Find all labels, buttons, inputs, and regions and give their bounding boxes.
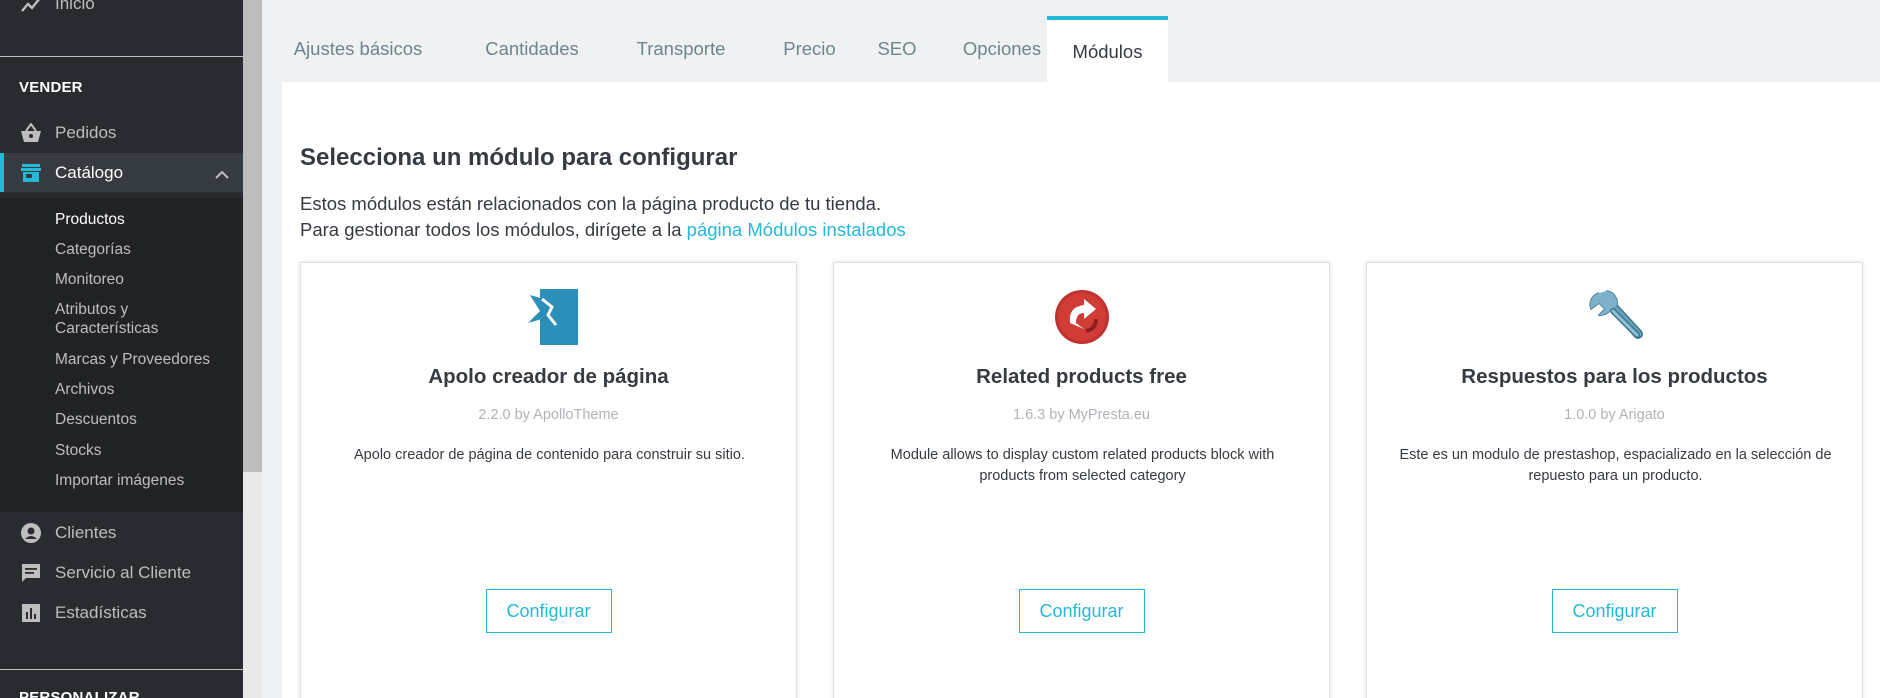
tab-modulos[interactable]: Módulos [1047, 16, 1168, 82]
module-description: Apolo creador de página de contenido par… [354, 447, 745, 463]
sidebar-item-label: Pedidos [55, 123, 117, 142]
module-description: Module allows to display custom related … [890, 447, 1275, 484]
configure-button[interactable]: Configurar [1018, 589, 1145, 633]
submenu-item-productos[interactable]: Productos [55, 211, 125, 229]
user-circle-icon [20, 522, 42, 544]
description-prefix: Para gestionar todos los módulos, diríge… [300, 219, 682, 240]
sidebar-item-catalogo[interactable]: Catálogo [0, 153, 243, 192]
basket-icon [20, 122, 42, 144]
chat-icon [20, 562, 42, 584]
sidebar-item-label: Clientes [55, 523, 117, 542]
submenu-item-archivos[interactable]: Archivos [55, 381, 114, 399]
module-name: Apolo creador de página [428, 365, 669, 388]
divider [0, 56, 243, 57]
apollo-logo-icon [519, 287, 579, 347]
module-version: 2.2.0 by ApolloTheme [478, 407, 619, 423]
page-title: Selecciona un módulo para configurar [300, 144, 738, 171]
sidebar-item-estadisticas[interactable]: Estadísticas [0, 601, 243, 625]
tab-ajustes-basicos[interactable]: Ajustes básicos [282, 16, 434, 82]
module-name: Respuestos para los productos [1461, 365, 1768, 388]
module-card-apolo: Apolo creador de página 2.2.0 by ApolloT… [300, 262, 797, 698]
sidebar-item-pedidos[interactable]: Pedidos [0, 121, 243, 145]
sidebar-item-clientes[interactable]: Clientes [0, 521, 243, 545]
bar-chart-icon [20, 602, 42, 624]
module-description: Este es un modulo de prestashop, espacia… [1399, 447, 1832, 484]
configure-button[interactable]: Configurar [1551, 589, 1678, 633]
section-heading-vender: VENDER [19, 79, 83, 96]
section-heading-personalizar: PERSONALIZAR [19, 689, 140, 698]
module-card-related-products: Related products free 1.6.3 by MyPresta.… [833, 262, 1330, 698]
submenu-item-atributos-line2[interactable]: Características [55, 320, 158, 338]
sidebar-item-inicio[interactable]: Inicio [0, 0, 243, 16]
scrollbar-thumb[interactable] [243, 0, 262, 472]
submenu-item-stocks[interactable]: Stocks [55, 442, 102, 460]
active-indicator [0, 153, 4, 192]
wrench-icon [1585, 287, 1645, 347]
sidebar-item-label: Inicio [55, 0, 95, 13]
description-line-1: Estos módulos están relacionados con la … [300, 193, 882, 214]
trending-icon [20, 0, 42, 15]
configure-button[interactable]: Configurar [485, 589, 612, 633]
sidebar-item-label: Catálogo [55, 162, 124, 182]
description-line-2: Para gestionar todos los módulos, diríge… [300, 219, 906, 241]
chevron-up-icon [215, 165, 229, 185]
mypresta-logo-icon [1052, 287, 1112, 347]
tab-transporte[interactable]: Transporte [617, 16, 745, 82]
submenu-item-marcas[interactable]: Marcas y Proveedores [55, 351, 210, 369]
submenu-item-monitoreo[interactable]: Monitoreo [55, 271, 124, 289]
submenu-item-descuentos[interactable]: Descuentos [55, 411, 137, 429]
module-name: Related products free [976, 365, 1187, 388]
submenu-item-atributos[interactable]: Atributos y [55, 301, 128, 319]
tab-cantidades[interactable]: Cantidades [467, 16, 597, 82]
sidebar-item-servicio[interactable]: Servicio al Cliente [0, 561, 243, 585]
sidebar-item-label: Estadísticas [55, 603, 147, 622]
module-card-respuestos: Respuestos para los productos 1.0.0 by A… [1366, 262, 1863, 698]
module-version: 1.0.0 by Arigato [1564, 407, 1665, 423]
store-icon [20, 162, 42, 184]
submenu-item-categorias[interactable]: Categorías [55, 241, 131, 259]
sidebar-item-label: Servicio al Cliente [55, 563, 192, 582]
submenu-item-importar[interactable]: Importar imágenes [55, 472, 184, 490]
installed-modules-link[interactable]: página Módulos instalados [687, 219, 906, 240]
tab-precio[interactable]: Precio [757, 16, 862, 82]
divider [0, 669, 243, 670]
module-version: 1.6.3 by MyPresta.eu [1012, 407, 1150, 423]
tab-seo[interactable]: SEO [857, 16, 937, 82]
sidebar: Inicio VENDER Pedidos Catálogo Productos… [0, 0, 243, 698]
catalog-submenu: Productos Categorías Monitoreo Atributos… [0, 198, 243, 512]
sidebar-scrollbar[interactable] [243, 0, 262, 698]
